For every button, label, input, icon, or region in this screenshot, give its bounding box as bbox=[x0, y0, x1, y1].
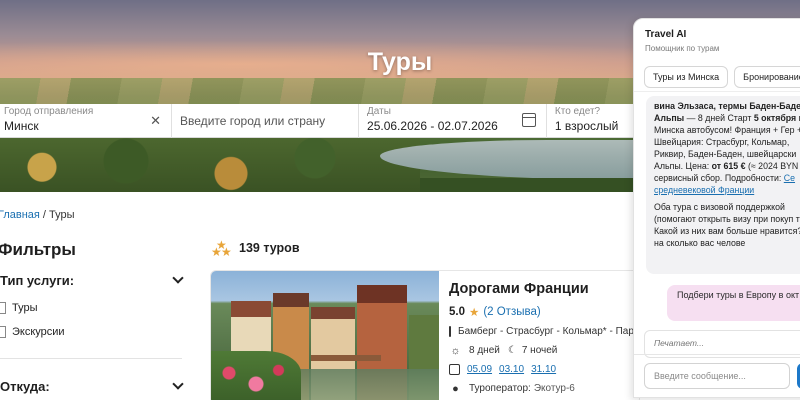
checkbox[interactable] bbox=[0, 326, 6, 338]
bot-text: Альпы bbox=[654, 113, 685, 123]
chevron-down-icon bbox=[172, 378, 184, 390]
results-count-text: 139 туров bbox=[239, 241, 300, 255]
bot-text: — 8 дней Старт bbox=[684, 113, 754, 123]
dates-value: 25.06.2026 - 02.07.2026 bbox=[367, 119, 498, 133]
tour-days: 8 дней bbox=[469, 345, 500, 356]
chat-message-input[interactable] bbox=[644, 363, 790, 389]
operator-icon: ● bbox=[452, 382, 459, 395]
moon-icon: ☾ bbox=[507, 345, 517, 356]
tour-duration: ☼ 8 дней ☾ 7 ночей bbox=[449, 344, 639, 357]
tour-rating: 5.0 ★ (2 Отзыва) bbox=[449, 305, 639, 319]
filter-group-from: Откуда: bbox=[0, 376, 190, 396]
calendar-icon[interactable] bbox=[521, 113, 536, 127]
filter-group-header[interactable]: Откуда: bbox=[0, 376, 190, 396]
destination-input[interactable] bbox=[180, 114, 351, 128]
chat-footer bbox=[634, 354, 800, 397]
filter-divider bbox=[0, 358, 182, 359]
filter-group-title: Откуда: bbox=[0, 378, 50, 394]
dates-field[interactable]: Даты 25.06.2026 - 02.07.2026 bbox=[359, 104, 547, 138]
tour-dates: 05.09 03.10 31.10 bbox=[449, 364, 639, 375]
travelers-field[interactable]: Кто едет? 1 взрослый bbox=[547, 104, 636, 138]
bot-text: Оба тура с визовой поддержкой (помогают … bbox=[654, 202, 800, 248]
travelers-value: 1 взрослый bbox=[554, 119, 619, 133]
breadcrumb-home-link[interactable]: Главная bbox=[0, 209, 40, 221]
tour-nights: 7 ночей bbox=[521, 345, 558, 356]
filter-option-label: Экскурсии bbox=[12, 326, 65, 338]
filter-group-service-type: Тип услуги: Туры Экскурсии bbox=[0, 270, 190, 338]
filter-option-tours[interactable]: Туры bbox=[0, 302, 190, 314]
chat-suggestions: Туры из Минска Бронирование т bbox=[644, 66, 800, 88]
bot-message: вина Эльзаса, термы Баден-Баде Альпы — 8… bbox=[646, 96, 800, 274]
sun-icon: ☼ bbox=[450, 344, 461, 357]
chat-header: Travel AI Помощник по турам bbox=[634, 19, 800, 53]
bot-text: 5 октября и bbox=[753, 113, 800, 123]
checkbox[interactable] bbox=[0, 302, 6, 314]
filter-option-label: Туры bbox=[12, 302, 38, 314]
departure-city-value: Минск bbox=[4, 119, 39, 133]
chat-subtitle: Помощник по турам bbox=[645, 44, 720, 53]
breadcrumb: Главная / Туры bbox=[0, 209, 75, 221]
departure-city-field[interactable]: Город отправления Минск ✕ bbox=[0, 104, 173, 138]
results-count: ★ ★ ★ 139 туров bbox=[211, 238, 300, 259]
bot-text: вина Эльзаса, термы Баден-Баде bbox=[654, 101, 800, 111]
clear-icon[interactable]: ✕ bbox=[150, 113, 161, 129]
stars-icon: ★ ★ ★ bbox=[211, 238, 232, 259]
tour-card[interactable]: Дорогами Франции 5.0 ★ (2 Отзыва) Бамбер… bbox=[210, 270, 640, 400]
operator-label: Туроператор: bbox=[469, 383, 531, 394]
star-icon: ★ bbox=[469, 307, 480, 319]
hero-trees bbox=[0, 130, 420, 192]
bot-text: от 615 € bbox=[711, 161, 746, 171]
operator-name: Экотур-6 bbox=[533, 383, 575, 394]
breadcrumb-separator: / bbox=[39, 209, 50, 221]
calendar-icon bbox=[449, 364, 460, 375]
ai-chat-panel: Travel AI Помощник по турам Туры из Минс… bbox=[633, 18, 800, 398]
tour-photo[interactable] bbox=[211, 271, 439, 400]
tour-date-link[interactable]: 05.09 bbox=[467, 364, 492, 375]
rating-value: 5.0 bbox=[449, 306, 465, 318]
filter-group-title: Тип услуги: bbox=[0, 272, 75, 288]
filters-title: Фильтры bbox=[0, 240, 76, 259]
suggestion-chip[interactable]: Туры из Минска bbox=[644, 66, 729, 88]
filter-option-excursions[interactable]: Экскурсии bbox=[0, 326, 190, 338]
tour-route-text: Бамберг - Страсбург - Кольмар* - Париж bbox=[458, 326, 640, 337]
bus-icon bbox=[449, 326, 451, 337]
filter-group-header[interactable]: Тип услуги: bbox=[0, 270, 190, 290]
tour-date-link[interactable]: 31.10 bbox=[531, 364, 556, 375]
chat-messages[interactable]: вина Эльзаса, термы Баден-Баде Альпы — 8… bbox=[634, 91, 800, 391]
suggestion-chip[interactable]: Бронирование т bbox=[734, 66, 800, 88]
tour-route: Бамберг - Страсбург - Кольмар* - Париж bbox=[449, 326, 639, 337]
tour-name[interactable]: Дорогами Франции bbox=[449, 281, 639, 297]
breadcrumb-current: Туры bbox=[49, 209, 75, 221]
departure-city-label: Город отправления bbox=[4, 106, 94, 117]
destination-field[interactable] bbox=[172, 104, 360, 138]
user-message: Подбери туры в Европу в окт открытием ви… bbox=[667, 285, 800, 321]
tour-operator: ● Туроператор: Экотур-6 bbox=[449, 382, 639, 395]
tour-info: Дорогами Франции 5.0 ★ (2 Отзыва) Бамбер… bbox=[449, 281, 639, 395]
chevron-down-icon bbox=[172, 272, 184, 284]
travelers-label: Кто едет? bbox=[554, 106, 601, 117]
dates-label: Даты bbox=[367, 106, 391, 117]
reviews-link[interactable]: (2 Отзыва) bbox=[483, 306, 540, 318]
tour-date-link[interactable]: 03.10 bbox=[499, 364, 524, 375]
tour-search-bar: Город отправления Минск ✕ Даты 25.06.202… bbox=[0, 104, 636, 138]
chat-title: Travel AI bbox=[645, 29, 687, 40]
